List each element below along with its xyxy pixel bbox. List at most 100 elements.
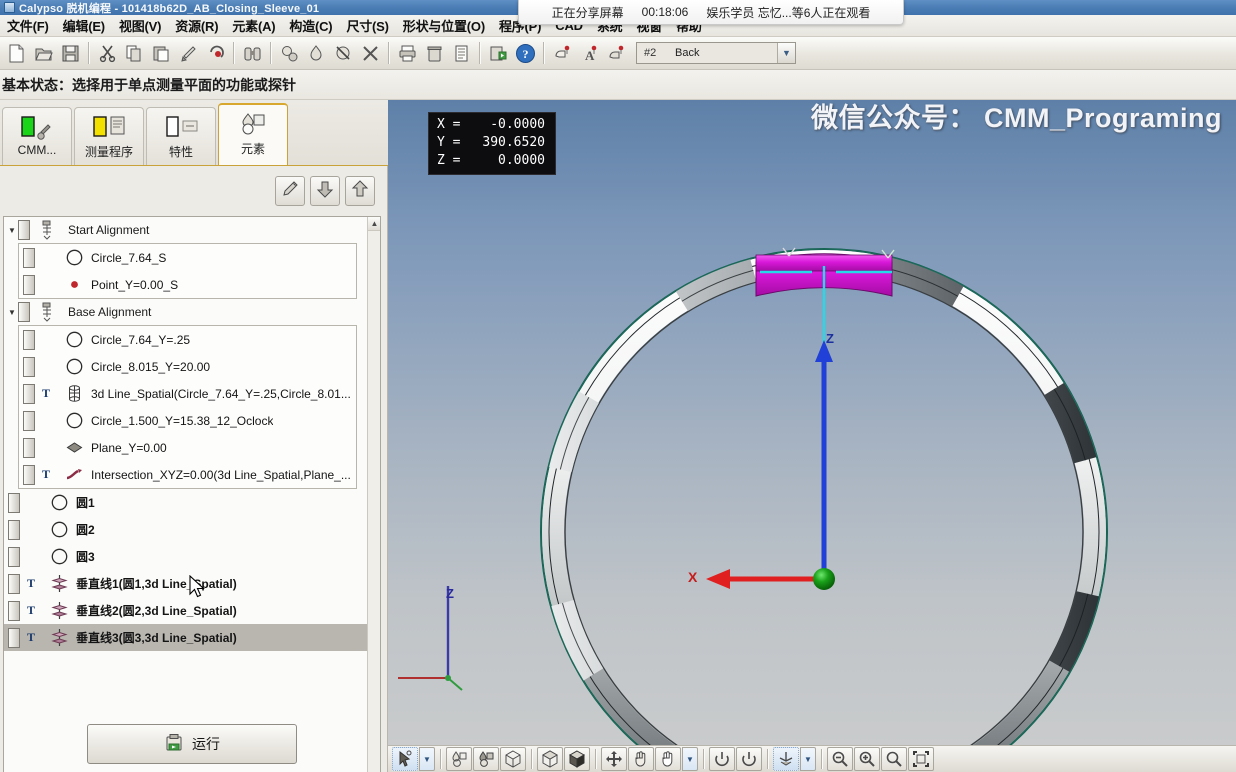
tools-cross-icon[interactable] bbox=[357, 40, 383, 66]
zoom-in-icon[interactable] bbox=[854, 747, 880, 771]
tree-row-label: Plane_Y=0.00 bbox=[91, 440, 167, 455]
feature-a-icon[interactable] bbox=[446, 747, 472, 771]
binoculars-search-icon[interactable] bbox=[239, 40, 265, 66]
feature-b-icon[interactable] bbox=[473, 747, 499, 771]
toolbar-separator bbox=[270, 42, 271, 64]
copy-icon[interactable] bbox=[121, 40, 147, 66]
tree-row-point-y0-s[interactable]: Point_Y=0.00_S bbox=[19, 271, 356, 298]
tree-row-perpendicular-line-3[interactable]: T 垂直线3(圆3,3d Line_Spatial) bbox=[4, 624, 367, 651]
tab-characteristic[interactable]: 特性 bbox=[146, 107, 216, 165]
tree-row-perpendicular-line-2[interactable]: T 垂直线2(圆2,3d Line_Spatial) bbox=[4, 597, 367, 624]
tree-group-start-alignment[interactable]: ▼ Start Alignment bbox=[4, 217, 367, 243]
probe-hand-icon[interactable] bbox=[549, 40, 575, 66]
scroll-up-icon[interactable]: ▲ bbox=[368, 217, 380, 231]
rotate-right-icon[interactable] bbox=[736, 747, 762, 771]
list-report-icon[interactable] bbox=[448, 40, 474, 66]
undo-icon[interactable] bbox=[202, 40, 228, 66]
move-up-button[interactable] bbox=[345, 176, 375, 206]
pick-arrow-icon[interactable] bbox=[392, 747, 418, 771]
tree-scrollbar[interactable]: ▲ ▼ bbox=[367, 217, 380, 772]
tab-element-label: 元素 bbox=[240, 142, 265, 156]
cut-scissors-icon[interactable] bbox=[94, 40, 120, 66]
help-question-icon[interactable]: ? bbox=[512, 40, 538, 66]
rotate-left-icon[interactable] bbox=[709, 747, 735, 771]
cad-viewport[interactable]: Z X Z X = -0.0000 Y = 390.6520 Z = 0.000… bbox=[388, 100, 1236, 745]
format-brush-icon[interactable] bbox=[175, 40, 201, 66]
tree-row-circle-764-s[interactable]: Circle_7.64_S bbox=[19, 244, 356, 271]
move-down-button[interactable] bbox=[310, 176, 340, 206]
tree-subgroup: Circle_7.64_Y=.25 Circle_8.015_Y=20.00 T bbox=[18, 325, 357, 489]
hand-tool-dropdown[interactable]: ▼ bbox=[682, 747, 698, 771]
tree-row-yuan3[interactable]: 圆3 bbox=[4, 543, 367, 570]
watermark-text: 微信公众号： CMM_Programing bbox=[810, 103, 1222, 133]
tree-group-base-alignment[interactable]: ▼ Base Alignment bbox=[4, 299, 367, 325]
tree-row-3d-line-spatial[interactable]: T 3d Line_Spatial(Circle_7.64_Y=.25,Circ… bbox=[19, 380, 356, 407]
menu-item-form-position[interactable]: 形状与位置(O) bbox=[396, 14, 492, 37]
tree-row-label: 垂直线3(圆3,3d Line_Spatial) bbox=[76, 631, 237, 645]
stylus-value: Back bbox=[675, 47, 700, 59]
hand-grab-icon[interactable] bbox=[655, 747, 681, 771]
menu-item-resource[interactable]: 资源(R) bbox=[168, 14, 225, 37]
tree-row-yuan1[interactable]: 圆1 bbox=[4, 489, 367, 516]
new-document-icon[interactable] bbox=[3, 40, 29, 66]
alignment-icon bbox=[34, 220, 62, 240]
feature-gear-icon[interactable] bbox=[276, 40, 302, 66]
toolbar-separator bbox=[531, 749, 532, 769]
tree-row-intersection-xyz[interactable]: T Intersection_XYZ=0.00(3d Line_Spatial,… bbox=[19, 461, 356, 488]
chevron-down-icon[interactable]: ▼ bbox=[6, 226, 18, 235]
main-toolbar: ? A #2 Back ▼ bbox=[0, 37, 1236, 70]
tree-row-circle-1500-y1538[interactable]: Circle_1.500_Y=15.38_12_Oclock bbox=[19, 407, 356, 434]
menu-item-edit[interactable]: 编辑(E) bbox=[56, 14, 112, 37]
feature-delete-icon[interactable] bbox=[330, 40, 356, 66]
feature-drop-icon[interactable] bbox=[303, 40, 329, 66]
menu-item-construct[interactable]: 构造(C) bbox=[282, 14, 339, 37]
zoom-fit-icon[interactable] bbox=[908, 747, 934, 771]
tree-row-yuan2[interactable]: 圆2 bbox=[4, 516, 367, 543]
edit-pencil-button[interactable] bbox=[275, 176, 305, 206]
save-disk-icon[interactable] bbox=[57, 40, 83, 66]
menu-item-view[interactable]: 视图(V) bbox=[112, 14, 168, 37]
move-arrows-icon[interactable] bbox=[601, 747, 627, 771]
menu-item-file[interactable]: 文件(F) bbox=[0, 14, 56, 37]
chevron-down-icon[interactable]: ▼ bbox=[6, 308, 18, 317]
zoom-window-icon[interactable] bbox=[881, 747, 907, 771]
cube-wireframe-icon[interactable] bbox=[500, 747, 526, 771]
chevron-down-icon[interactable]: ▼ bbox=[777, 43, 795, 63]
export-icon[interactable] bbox=[485, 40, 511, 66]
coordinate-z-value: 0.0000 bbox=[498, 153, 545, 168]
status-chip bbox=[18, 220, 30, 240]
print-icon[interactable] bbox=[394, 40, 420, 66]
tree-row-label: Circle_7.64_S bbox=[91, 250, 167, 265]
status-chip bbox=[23, 274, 35, 295]
tree-row-circle-764-y25[interactable]: Circle_7.64_Y=.25 bbox=[19, 326, 356, 353]
svg-text:Z: Z bbox=[446, 586, 454, 601]
tree-row-label: Circle_7.64_Y=.25 bbox=[91, 332, 191, 347]
probe-measure-icon[interactable] bbox=[603, 40, 629, 66]
stylus-selector-combo[interactable]: #2 Back ▼ bbox=[636, 42, 796, 64]
probe-text-icon[interactable]: A bbox=[576, 40, 602, 66]
menu-item-dimension[interactable]: 尺寸(S) bbox=[339, 14, 395, 37]
paste-icon[interactable] bbox=[148, 40, 174, 66]
pick-tool-dropdown[interactable]: ▼ bbox=[419, 747, 435, 771]
trash-icon[interactable] bbox=[421, 40, 447, 66]
cad-orient-dropdown[interactable]: ▼ bbox=[800, 747, 816, 771]
cube-solid-icon[interactable] bbox=[564, 747, 590, 771]
status-message: 选择用于单点测量平面的功能或探针 bbox=[72, 76, 296, 93]
element-tree[interactable]: ▼ Start Alignment Circle_7.64_S Point_Y=… bbox=[3, 216, 381, 772]
tree-row-circle-8015-y20[interactable]: Circle_8.015_Y=20.00 bbox=[19, 353, 356, 380]
share-status-text: 正在分享屏幕 bbox=[551, 5, 624, 20]
cube-shaded-icon[interactable] bbox=[537, 747, 563, 771]
tab-cmm[interactable]: CMM... bbox=[2, 107, 72, 165]
status-label: 基本状态： bbox=[2, 76, 72, 93]
tab-element[interactable]: 元素 bbox=[218, 103, 288, 165]
cad-orient-icon[interactable] bbox=[773, 747, 799, 771]
tree-row-perpendicular-line-1[interactable]: T 垂直线1(圆1,3d Line_Spatial) bbox=[4, 570, 367, 597]
open-folder-icon[interactable] bbox=[30, 40, 56, 66]
tree-row-label: Intersection_XYZ=0.00(3d Line_Spatial,Pl… bbox=[91, 467, 351, 482]
menu-item-element[interactable]: 元素(A) bbox=[225, 14, 282, 37]
run-button[interactable]: 运行 bbox=[87, 724, 297, 764]
zoom-out-icon[interactable] bbox=[827, 747, 853, 771]
tree-row-plane-y0[interactable]: Plane_Y=0.00 bbox=[19, 434, 356, 461]
hand-rotate-icon[interactable] bbox=[628, 747, 654, 771]
tab-measure-plan[interactable]: 测量程序 bbox=[74, 107, 144, 165]
